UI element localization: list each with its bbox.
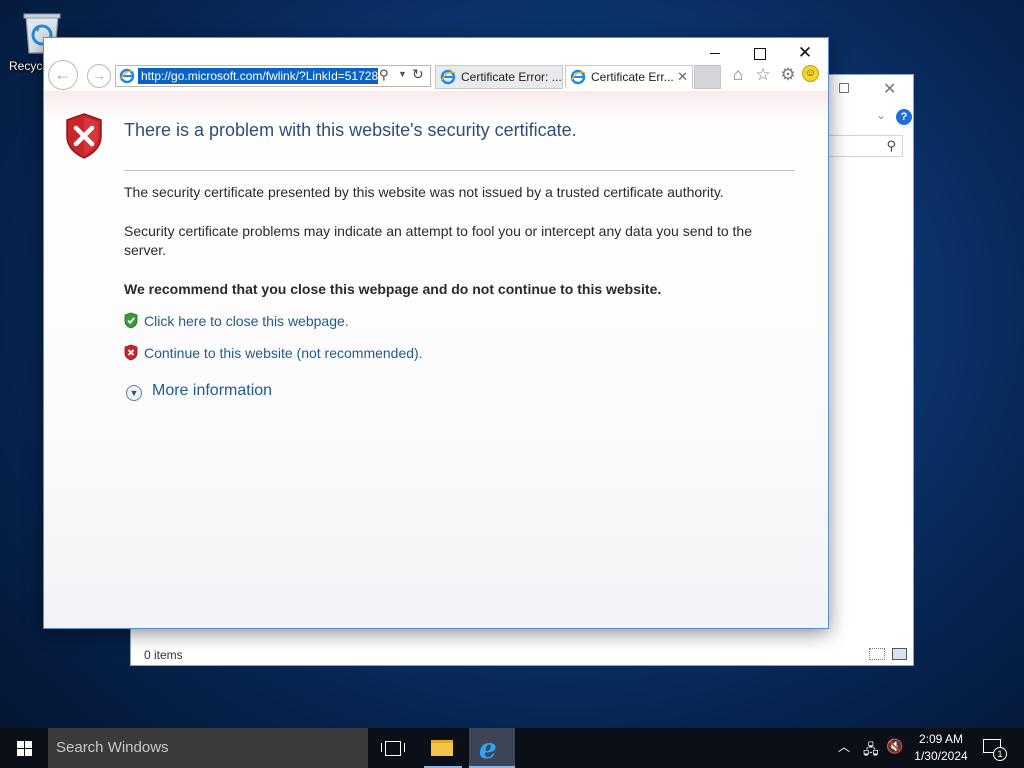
start-button[interactable] [0,728,48,768]
search-placeholder: Search Windows [56,739,169,756]
home-icon[interactable]: ⌂ [728,65,748,85]
page-header-band [44,91,828,121]
refresh-icon[interactable]: ↻ [412,66,424,83]
network-icon[interactable]: 🖧 [863,739,879,768]
explorer-search-box[interactable]: ⚲ [821,135,903,157]
tab-label: Certificate Err... [591,70,674,84]
explorer-chevron-down-icon[interactable]: ⌄ [876,108,886,122]
ie-tab-icon [570,69,586,85]
green-shield-check-icon [124,312,138,329]
gear-icon[interactable]: ⚙ [778,65,798,85]
more-information-label: More information [152,382,273,399]
recommendation-text: We recommend that you close this webpage… [124,281,662,297]
red-shield-x-icon [124,344,138,361]
show-hidden-icons-chevron-icon[interactable]: ︿ [838,738,850,768]
page-title: There is a problem with this website's s… [124,120,577,140]
forward-button[interactable]: → [87,64,111,88]
tab-close-icon[interactable]: ✕ [677,66,688,88]
continue-to-website-link[interactable]: Continue to this website (not recommende… [144,345,423,361]
maximize-button[interactable] [740,42,780,64]
minimize-button[interactable] [695,42,735,64]
search-icon: ⚲ [886,138,896,153]
folder-icon [431,740,453,756]
taskbar: Search Windows e ︿ 🖧 🔇 2:09 AM 1/30/2024… [0,728,1024,768]
expand-chevron-icon: ▼ [126,385,142,401]
internet-explorer-window: ✕ ← → http://go.microsoft.com/fwlink/?Li… [43,37,829,629]
address-dropdown-icon[interactable]: ▼ [398,69,407,79]
notification-count-badge: 1 [993,747,1007,761]
windows-logo-icon [17,741,24,748]
warning-paragraph: Security certificate problems may indica… [124,223,753,258]
explorer-close-icon[interactable]: ✕ [883,79,896,99]
taskbar-search-box[interactable]: Search Windows [48,728,368,768]
ie-page-icon [119,68,135,84]
ie-logo-icon: e [479,732,497,765]
internet-explorer-taskbar-button[interactable]: e [469,728,515,768]
volume-muted-icon[interactable]: 🔇 [886,738,903,768]
tab-certificate-error-1[interactable]: Certificate Error: ... [435,65,563,89]
task-view-icon[interactable] [370,728,416,768]
feedback-smiley-icon[interactable]: ☺ [802,65,822,85]
close-webpage-link[interactable]: Click here to close this webpage. [144,313,349,329]
explorer-maximize-icon[interactable] [839,83,849,93]
back-arrow-icon: ← [54,64,72,84]
explorer-help-icon[interactable]: ? [896,109,912,125]
address-search-icon[interactable]: ⚲ [379,67,389,83]
forward-arrow-icon: → [92,67,106,83]
ie-tab-icon [440,69,456,85]
explorer-status-text: 0 items [144,648,183,662]
details-view-icon[interactable] [869,648,885,660]
file-explorer-taskbar-button[interactable] [420,728,466,768]
not-trusted-paragraph: The security certificate presented by th… [124,184,724,200]
close-button[interactable]: ✕ [785,42,825,64]
tab-label: Certificate Error: ... [461,70,562,84]
address-url-text[interactable]: http://go.microsoft.com/fwlink/?LinkId=5… [138,68,378,84]
system-clock[interactable]: 2:09 AM 1/30/2024 [910,731,972,765]
tab-certificate-error-2[interactable]: Certificate Err... ✕ [565,65,693,89]
clock-date: 1/30/2024 [914,749,968,763]
shield-error-icon [66,113,102,159]
large-icons-view-icon[interactable] [892,648,907,660]
favorites-star-icon[interactable]: ☆ [753,65,773,85]
clock-time: 2:09 AM [918,732,964,746]
new-tab-button[interactable] [694,65,721,89]
back-button[interactable]: ← [48,60,78,90]
address-bar[interactable]: http://go.microsoft.com/fwlink/?LinkId=5… [115,65,431,87]
title-divider [124,170,795,171]
